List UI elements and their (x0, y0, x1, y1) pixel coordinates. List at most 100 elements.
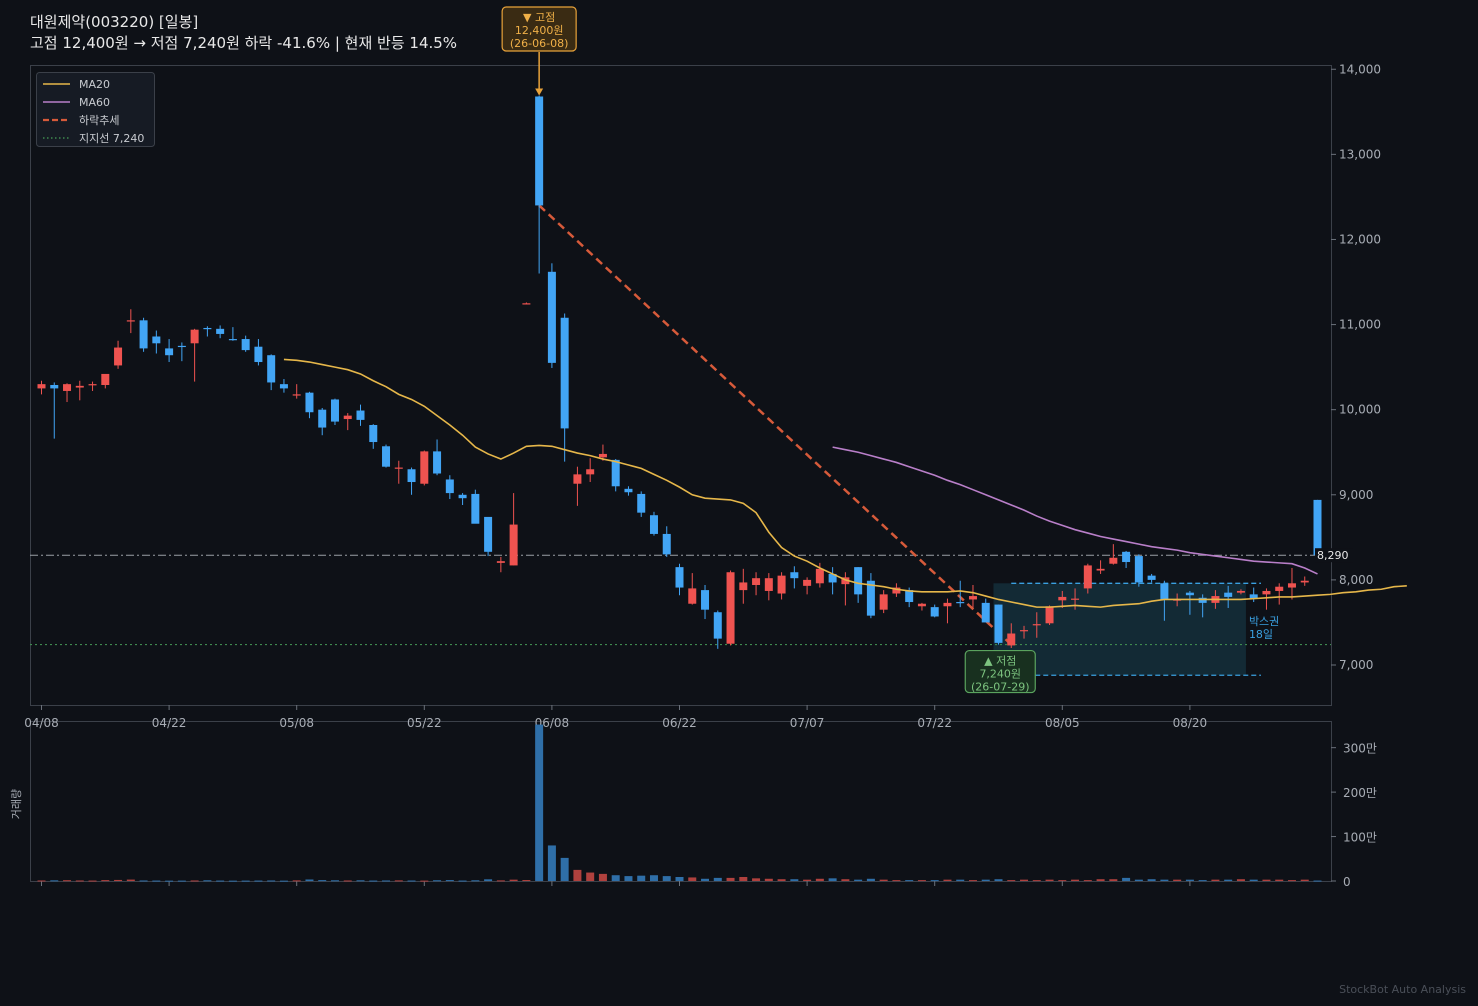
candle (114, 340, 123, 369)
volume-panel (30, 721, 1332, 882)
candle-body (815, 568, 824, 584)
candle-body (241, 339, 250, 351)
volume-bar (458, 880, 467, 882)
candle-body (88, 384, 97, 386)
candle-body (598, 453, 607, 458)
price-tick-label: 13,000 (1339, 147, 1381, 161)
candle (1045, 605, 1054, 625)
candle-body (535, 96, 544, 206)
box-range-days: 18일 (1249, 627, 1273, 641)
candle (917, 602, 926, 611)
volume-bar (50, 880, 59, 882)
volume-tick-label: 0 (1343, 875, 1351, 889)
candle-body (879, 594, 888, 610)
volume-bar (1147, 879, 1156, 881)
price-tick-label: 14,000 (1339, 62, 1381, 76)
volume-bar (203, 880, 212, 882)
candle (394, 460, 403, 484)
volume-bars (37, 724, 1322, 882)
candle-body (956, 602, 965, 604)
candle-body (675, 567, 684, 588)
volume-bar (139, 880, 148, 882)
current-price-tag: 8,290 (1315, 548, 1353, 563)
candle-body (228, 339, 237, 341)
candle-body (369, 425, 378, 443)
candle (50, 382, 59, 439)
candle-body (522, 303, 531, 305)
volume-bar (228, 880, 237, 882)
candle-body (203, 327, 212, 330)
candle (152, 330, 161, 354)
low-annotation: ▲ 저점 7,240원 (26-07-29) (964, 649, 1036, 694)
candle (854, 567, 863, 603)
candle (649, 511, 658, 536)
candle-body (547, 271, 556, 363)
volume-bar (535, 724, 544, 881)
x-tick-label: 07/22 (917, 716, 952, 730)
volume-bar (701, 878, 710, 881)
candle (688, 573, 697, 605)
candle (586, 458, 595, 483)
candle (445, 475, 454, 500)
volume-bar (956, 879, 965, 881)
candle-body (1236, 590, 1245, 593)
candle-body (1313, 499, 1322, 556)
volume-bar (1020, 879, 1029, 881)
candle (943, 598, 952, 624)
volume-bar (943, 879, 952, 881)
volume-bar (1287, 880, 1296, 882)
candle-body (586, 469, 595, 475)
candle (828, 567, 837, 595)
candle (726, 570, 735, 646)
volume-bar (292, 880, 301, 882)
volume-bar (420, 880, 429, 882)
high-date: (26-06-08) (510, 37, 569, 50)
candle-body (764, 578, 773, 591)
candle (981, 598, 990, 623)
candle-body (1147, 575, 1156, 580)
candle-body (267, 355, 276, 383)
candle-body (803, 579, 812, 586)
candle-body (981, 602, 990, 623)
volume-bar (573, 869, 582, 881)
volume-bar (790, 879, 799, 881)
candle-body (190, 329, 199, 344)
volume-bar (152, 880, 161, 882)
candle (573, 466, 582, 506)
candle (356, 404, 365, 426)
candle (216, 325, 225, 339)
candle (752, 572, 761, 596)
candle (803, 577, 812, 595)
volume-bar (662, 876, 671, 881)
candle (254, 339, 263, 366)
candle (535, 95, 544, 274)
price-tick-label: 10,000 (1339, 403, 1381, 417)
high-label: ▼ 고점 (523, 11, 555, 24)
volume-bar (509, 879, 518, 881)
candle-body (1185, 592, 1194, 596)
candle (930, 604, 939, 618)
watermark: StockBot Auto Analysis (1339, 983, 1466, 996)
candle-body (101, 373, 110, 385)
candle-body (165, 348, 174, 356)
candle (484, 516, 493, 557)
candle-body (63, 384, 72, 391)
x-tick-label: 04/08 (24, 716, 59, 730)
volume-bar (330, 880, 339, 882)
candle (879, 590, 888, 614)
candle (305, 391, 314, 419)
candle (701, 585, 710, 620)
candle (177, 342, 186, 362)
candle-body (560, 317, 569, 429)
volume-bar (216, 880, 225, 882)
box-range-label: 박스권 (1249, 615, 1279, 628)
candle-body (752, 578, 761, 585)
candle (292, 384, 301, 399)
candle-body (930, 607, 939, 617)
volume-bar (177, 880, 186, 882)
volume-bar (88, 880, 97, 882)
volume-bar (1224, 879, 1233, 881)
candle (126, 309, 135, 334)
candle-body (407, 469, 416, 483)
volume-bar (37, 880, 46, 882)
